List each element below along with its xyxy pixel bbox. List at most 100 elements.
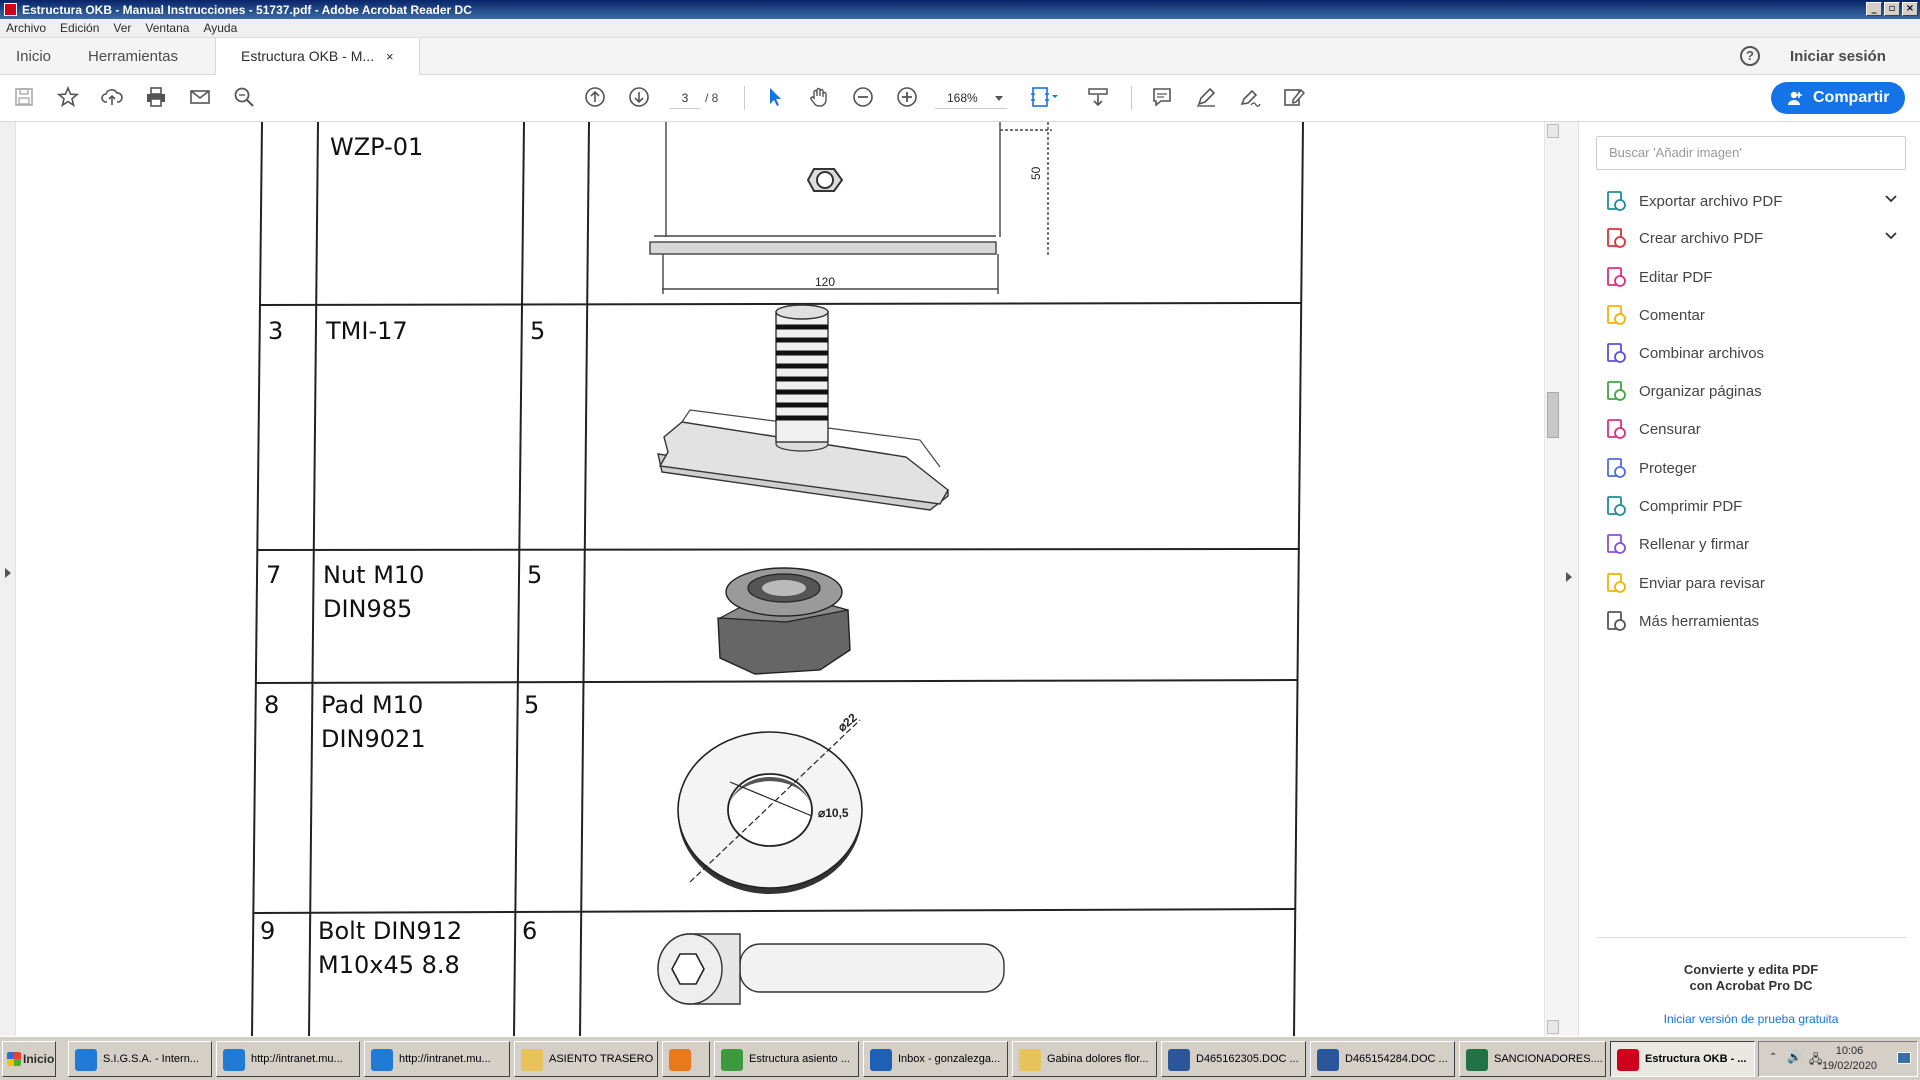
email-icon[interactable]: [189, 86, 211, 108]
redact-icon: [1607, 419, 1626, 439]
scroll-thumb[interactable]: [1547, 392, 1559, 438]
clock-time: 10:06: [1835, 1045, 1864, 1057]
chevron-down-icon[interactable]: [1885, 192, 1897, 204]
document-view[interactable]: 50 120 ⌀22 ⌀10,5 WZP-01 3 TMI-17 5 7 Nut…: [0, 122, 1578, 1036]
comment-icon[interactable]: [1151, 86, 1173, 108]
fill-sign-icon: [1607, 534, 1626, 554]
taskbar-item[interactable]: http://intranet.mu...: [364, 1041, 510, 1077]
fit-page-icon[interactable]: [1030, 86, 1060, 108]
help-icon[interactable]: ?: [1740, 46, 1760, 66]
tab-herramientas[interactable]: Herramientas: [88, 38, 178, 75]
free-trial-link[interactable]: Iniciar versión de prueba gratuita: [1596, 1012, 1906, 1026]
row-5-item-name-line1: Bolt DIN912: [318, 917, 463, 945]
taskbar-item-label: Inbox - gonzalezga...: [898, 1053, 1001, 1065]
minimize-button[interactable]: _: [1866, 2, 1882, 16]
wzp-01-drawing: 50 120: [649, 122, 1052, 294]
zoom-out-icon[interactable]: [852, 86, 874, 108]
tab-inicio[interactable]: Inicio: [16, 38, 51, 75]
right-panel-toggle[interactable]: [1560, 122, 1578, 1036]
taskbar-item[interactable]: [662, 1041, 710, 1077]
previous-page-icon[interactable]: [584, 86, 606, 108]
tool-protect[interactable]: Proteger: [1605, 453, 1905, 483]
print-icon[interactable]: [145, 86, 167, 108]
save-icon[interactable]: [13, 86, 35, 108]
tool-combine-files[interactable]: Combinar archivos: [1605, 338, 1905, 368]
share-button[interactable]: Compartir: [1771, 82, 1905, 114]
tool-comment[interactable]: Comentar: [1605, 300, 1905, 330]
page-number-input[interactable]: 3: [670, 87, 700, 109]
start-button[interactable]: Inicio: [2, 1041, 56, 1077]
tool-create-pdf[interactable]: Crear archivo PDF: [1605, 223, 1905, 253]
left-panel-toggle[interactable]: [0, 122, 16, 1036]
taskbar-item[interactable]: Inbox - gonzalezga...: [863, 1041, 1008, 1077]
taskbar-item-label: ASIENTO TRASERO: [549, 1053, 654, 1065]
media-player-icon: [669, 1049, 691, 1071]
acrobat-app-icon: [4, 3, 17, 16]
tool-compress-pdf[interactable]: Comprimir PDF: [1605, 491, 1905, 521]
row-4-item-name-line2: DIN9021: [321, 725, 426, 753]
tab-document[interactable]: Estructura OKB - M... ×: [215, 38, 420, 76]
bookmark-star-icon[interactable]: [57, 86, 79, 108]
tray-expand-icon[interactable]: ⌃: [1769, 1052, 1777, 1063]
share-label: Compartir: [1813, 89, 1890, 106]
system-clock[interactable]: 10:06 19/02/2020: [1822, 1044, 1877, 1074]
taskbar-item[interactable]: Estructura asiento ...: [714, 1041, 859, 1077]
tool-redact[interactable]: Censurar: [1605, 414, 1905, 444]
taskbar-item[interactable]: D465162305.DOC ...: [1161, 1041, 1306, 1077]
menu-ventana[interactable]: Ventana: [139, 21, 197, 35]
taskbar-item[interactable]: SANCIONADORES....: [1459, 1041, 1606, 1077]
network-icon[interactable]: 🖧: [1809, 1050, 1822, 1071]
menu-edicion[interactable]: Edición: [54, 21, 107, 35]
search-zoom-icon[interactable]: [233, 86, 255, 108]
select-cursor-icon[interactable]: [764, 86, 786, 108]
next-page-icon[interactable]: [628, 86, 650, 108]
tool-label: Combinar archivos: [1639, 344, 1765, 362]
taskbar-item-label: http://intranet.mu...: [399, 1053, 491, 1065]
tool-export-pdf[interactable]: Exportar archivo PDF: [1605, 186, 1905, 216]
menu-archivo[interactable]: Archivo: [0, 21, 54, 35]
zoom-in-icon[interactable]: [896, 86, 918, 108]
tool-more-tools[interactable]: Más herramientas: [1605, 606, 1905, 636]
tool-organize-pages[interactable]: Organizar páginas: [1605, 376, 1905, 406]
close-window-button[interactable]: ×: [1902, 2, 1918, 16]
taskbar-item[interactable]: ASIENTO TRASERO: [514, 1041, 658, 1077]
signin-link[interactable]: Iniciar sesión: [1790, 38, 1886, 75]
taskbar-item[interactable]: D465154284.DOC ...: [1310, 1041, 1455, 1077]
highlight-pen-icon[interactable]: [1195, 86, 1217, 108]
window-title: Estructura OKB - Manual Instrucciones - …: [22, 2, 472, 17]
taskbar-item-label: Estructura asiento ...: [749, 1053, 850, 1065]
chevron-down-icon[interactable]: [1885, 229, 1897, 241]
row-2-item-name: TMI-17: [326, 317, 408, 345]
menu-ayuda[interactable]: Ayuda: [197, 21, 245, 35]
scroll-down-button[interactable]: [1547, 1020, 1559, 1034]
hand-tool-icon[interactable]: [808, 86, 830, 108]
menu-ver[interactable]: Ver: [107, 21, 139, 35]
taskbar-item[interactable]: http://intranet.mu...: [216, 1041, 360, 1077]
taskbar-item[interactable]: S.I.G.S.A. - Intern...: [68, 1041, 212, 1077]
upload-cloud-icon[interactable]: [101, 86, 123, 108]
vertical-scrollbar[interactable]: [1544, 122, 1560, 1036]
scroll-mode-icon[interactable]: [1087, 86, 1109, 108]
taskbar-item-label: http://intranet.mu...: [251, 1053, 343, 1065]
folder-icon: [521, 1049, 543, 1071]
edit-tools-icon[interactable]: [1283, 86, 1305, 108]
send-review-icon: [1607, 573, 1626, 593]
tool-send-review[interactable]: Enviar para revisar: [1605, 568, 1905, 598]
close-tab-icon[interactable]: ×: [386, 49, 394, 64]
taskbar-item[interactable]: Gabina dolores flor...: [1012, 1041, 1157, 1077]
tools-search-input[interactable]: Buscar 'Añadir imagen': [1596, 136, 1906, 170]
comment-icon: [1607, 305, 1626, 325]
taskbar-item[interactable]: Estructura OKB - ...: [1610, 1041, 1755, 1077]
tool-label: Enviar para revisar: [1639, 574, 1765, 592]
scroll-up-button[interactable]: [1547, 124, 1559, 138]
promo-line-2: con Acrobat Pro DC: [1689, 978, 1813, 993]
tool-fill-sign[interactable]: Rellenar y firmar: [1605, 529, 1905, 559]
sign-icon[interactable]: [1239, 86, 1261, 108]
zoom-level-select[interactable]: 168%: [935, 87, 1007, 109]
show-desktop-icon[interactable]: [1897, 1052, 1911, 1064]
protect-icon: [1607, 458, 1626, 478]
promo-box: Convierte y edita PDF con Acrobat Pro DC…: [1596, 937, 1906, 1026]
volume-icon[interactable]: 🔊: [1787, 1050, 1802, 1064]
tool-edit-pdf[interactable]: Editar PDF: [1605, 262, 1905, 292]
restore-button[interactable]: ▫: [1884, 2, 1900, 16]
